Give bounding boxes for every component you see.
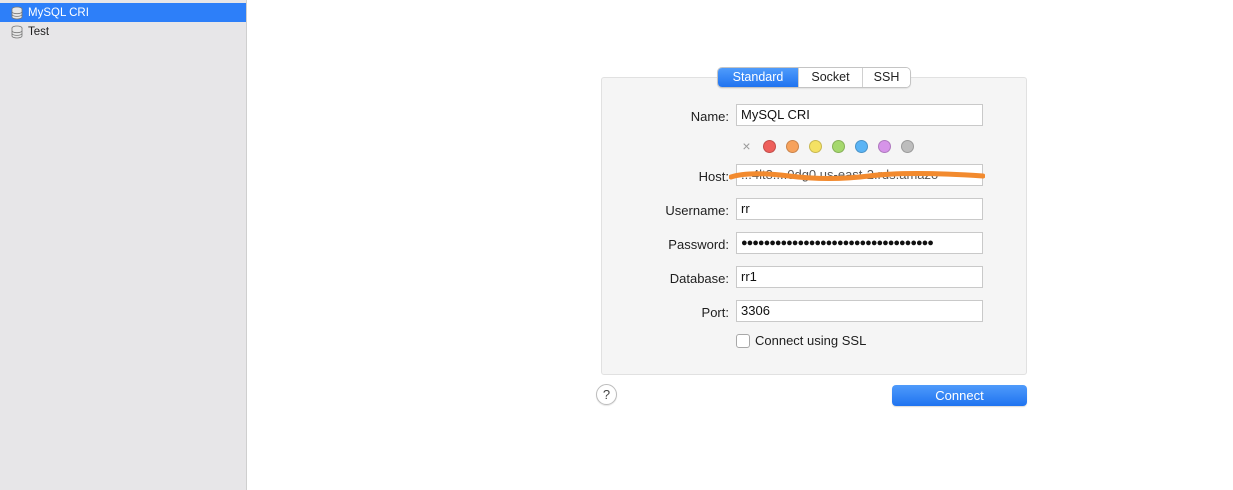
database-icon <box>10 25 24 39</box>
favorite-item-test[interactable]: Test <box>0 22 246 41</box>
favorite-label: Test <box>28 25 50 38</box>
port-label: Port: <box>701 305 729 320</box>
color-label-picker: × <box>740 138 924 154</box>
database-icon <box>10 6 24 20</box>
favorite-label: MySQL CRI <box>28 6 89 19</box>
tab-standard[interactable]: Standard <box>718 68 798 87</box>
color-swatch-gray[interactable] <box>901 139 914 153</box>
tab-socket[interactable]: Socket <box>798 68 862 87</box>
name-field[interactable]: MySQL CRI <box>736 104 983 126</box>
password-label: Password: <box>668 237 729 252</box>
password-field[interactable]: ●●●●●●●●●●●●●●●●●●●●●●●●●●●●●●●●●● <box>736 232 983 254</box>
clear-color-icon[interactable]: × <box>740 139 753 153</box>
username-field[interactable]: rr <box>736 198 983 220</box>
color-swatch-purple[interactable] <box>878 139 891 153</box>
host-field[interactable]: ...4lt8....0dg0.us-east-2.rds.amazo <box>736 164 983 186</box>
color-swatch-blue[interactable] <box>855 139 868 153</box>
favorite-item-mysql-cri[interactable]: MySQL CRI <box>0 3 246 22</box>
tab-ssh[interactable]: SSH <box>862 68 910 87</box>
color-swatch-red[interactable] <box>763 139 776 153</box>
color-swatch-orange[interactable] <box>786 139 799 153</box>
favorites-sidebar: MySQL CRI Test <box>0 0 247 490</box>
port-field[interactable]: 3306 <box>736 300 983 322</box>
host-label: Host: <box>698 169 729 184</box>
name-label: Name: <box>690 109 729 124</box>
ssl-label: Connect using SSL <box>755 333 867 348</box>
database-field[interactable]: rr1 <box>736 266 983 288</box>
color-swatch-yellow[interactable] <box>809 139 822 153</box>
color-swatch-green[interactable] <box>832 139 845 153</box>
ssl-checkbox[interactable] <box>736 333 750 348</box>
connection-type-selector: Standard Socket SSH <box>717 67 911 88</box>
connect-button[interactable]: Connect <box>892 385 1027 406</box>
database-label: Database: <box>669 271 729 286</box>
help-button[interactable]: ? <box>596 384 617 405</box>
ssl-option[interactable]: Connect using SSL <box>736 333 866 348</box>
username-label: Username: <box>665 203 729 218</box>
